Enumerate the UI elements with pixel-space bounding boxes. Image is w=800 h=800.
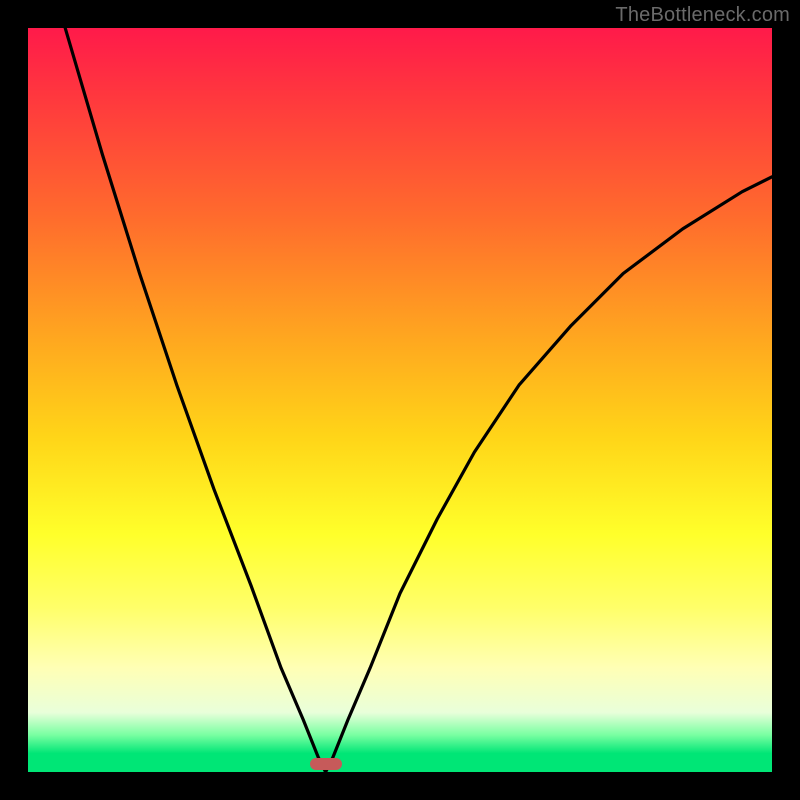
curve-path [28,0,772,772]
attribution-text: TheBottleneck.com [615,4,790,27]
chart-plot-area [28,28,772,772]
chart-frame: TheBottleneck.com [0,0,800,800]
optimum-marker [310,758,342,770]
bottleneck-curve [28,28,772,772]
